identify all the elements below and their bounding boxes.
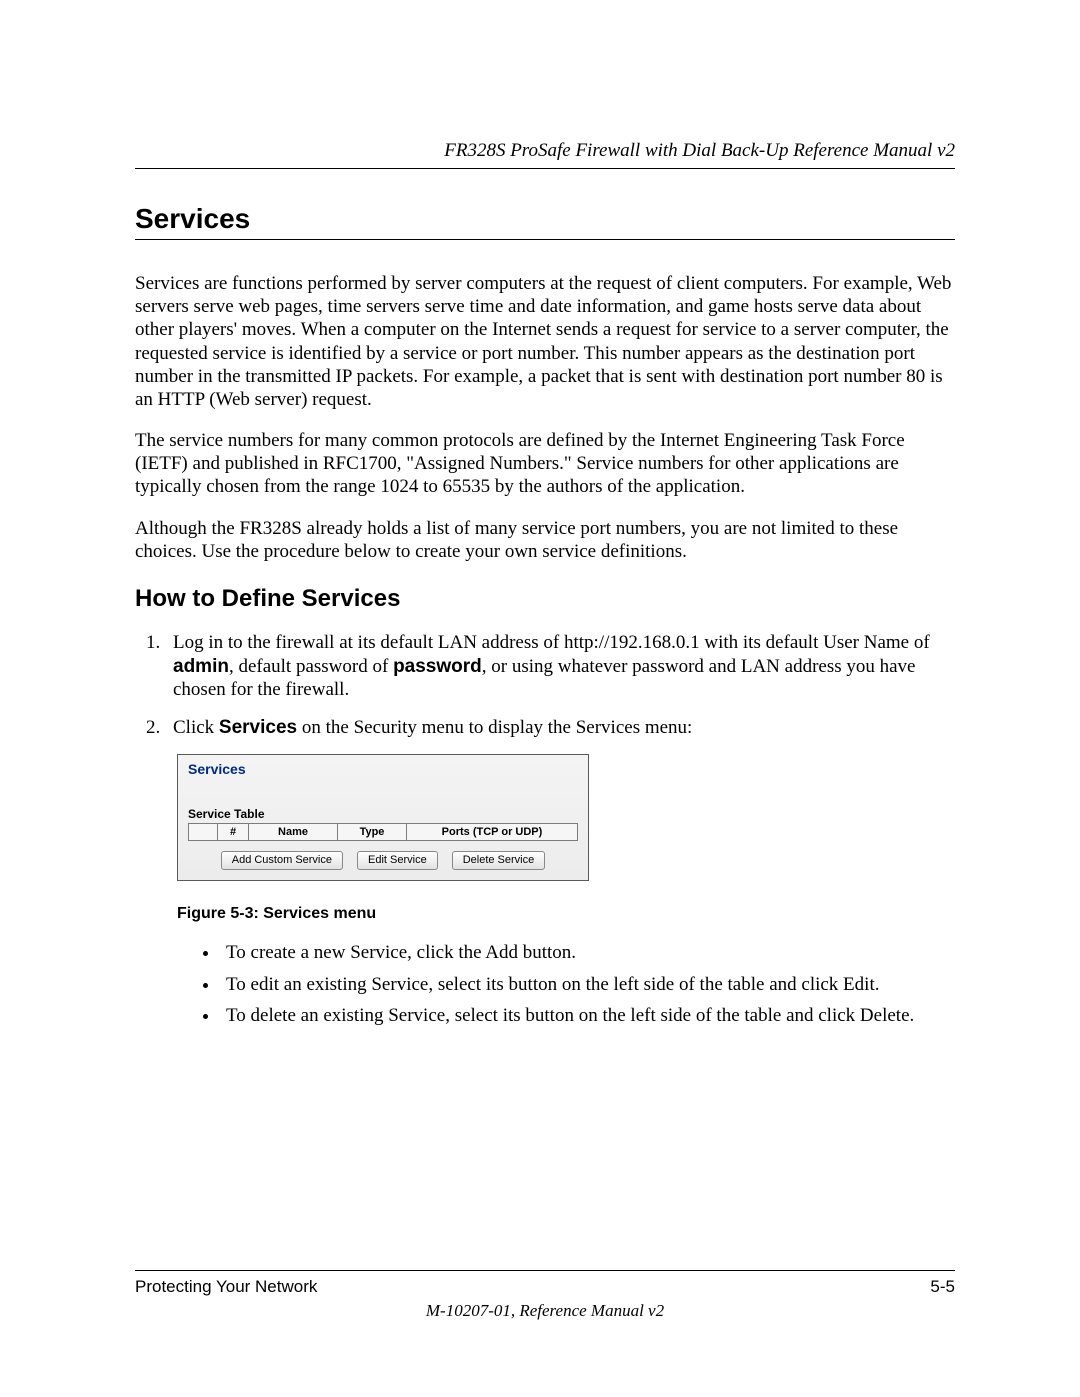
paragraph-1: Services are functions performed by serv…	[135, 272, 955, 411]
footer-rule	[135, 1270, 955, 1271]
title-underline	[135, 239, 955, 240]
service-table-col-select	[189, 823, 218, 840]
service-button-row: Add Custom Service Edit Service Delete S…	[188, 851, 578, 870]
bullet-edit: To edit an existing Service, select its …	[220, 973, 955, 997]
services-panel-title: Services	[188, 761, 578, 777]
footer-page-number: 5-5	[930, 1277, 955, 1297]
service-table-col-num: #	[218, 823, 249, 840]
service-table-col-type: Type	[338, 823, 407, 840]
delete-service-button[interactable]: Delete Service	[452, 851, 546, 870]
paragraph-3: Although the FR328S already holds a list…	[135, 517, 955, 563]
step-1-password: password	[393, 656, 482, 677]
page-footer: Protecting Your Network 5-5 M-10207-01, …	[135, 1270, 955, 1321]
service-table: # Name Type Ports (TCP or UDP)	[188, 823, 578, 841]
step-2-text-a: Click	[173, 717, 219, 738]
steps-list: Log in to the firewall at its default LA…	[135, 631, 955, 740]
bullet-list: To create a new Service, click the Add b…	[135, 941, 955, 1028]
step-2-services: Services	[219, 717, 297, 738]
step-1-text-a: Log in to the firewall at its default LA…	[173, 632, 930, 653]
header-rule	[135, 168, 955, 169]
add-custom-service-button[interactable]: Add Custom Service	[221, 851, 343, 870]
step-1-text-b: , default password of	[229, 656, 393, 677]
service-table-col-name: Name	[249, 823, 338, 840]
section-title: Services	[135, 203, 955, 235]
figure-services-menu: Services Service Table # Name Type Ports…	[177, 754, 955, 881]
bullet-add: To create a new Service, click the Add b…	[220, 941, 955, 965]
footer-doc-id: M-10207-01, Reference Manual v2	[135, 1301, 955, 1321]
paragraph-2: The service numbers for many common prot…	[135, 429, 955, 499]
services-panel: Services Service Table # Name Type Ports…	[177, 754, 589, 881]
step-1: Log in to the firewall at its default LA…	[165, 631, 955, 702]
figure-caption: Figure 5-3: Services menu	[177, 905, 955, 923]
subsection-title: How to Define Services	[135, 585, 955, 613]
footer-chapter: Protecting Your Network	[135, 1277, 317, 1297]
edit-service-button[interactable]: Edit Service	[357, 851, 438, 870]
step-2: Click Services on the Security menu to d…	[165, 716, 955, 740]
service-table-label: Service Table	[188, 807, 578, 821]
step-1-admin: admin	[173, 656, 229, 677]
step-2-text-b: on the Security menu to display the Serv…	[297, 717, 692, 738]
running-header: FR328S ProSafe Firewall with Dial Back-U…	[135, 140, 955, 162]
bullet-delete: To delete an existing Service, select it…	[220, 1004, 955, 1028]
service-table-col-ports: Ports (TCP or UDP)	[407, 823, 578, 840]
